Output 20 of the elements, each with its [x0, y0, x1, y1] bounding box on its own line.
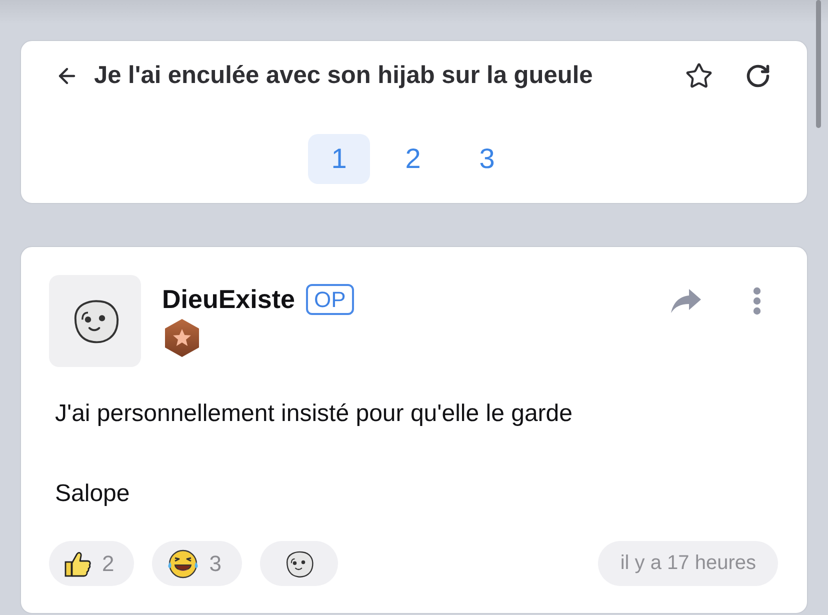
page-button[interactable]: 3 — [456, 134, 518, 184]
post-text: J'ai personnellement insisté pour qu'elle le garde — [55, 399, 574, 429]
page-button[interactable]: 2 — [382, 134, 444, 184]
scrollbar-thumb[interactable] — [816, 0, 821, 128]
more-options-icon[interactable] — [752, 287, 762, 315]
hexagon-star-icon — [162, 318, 202, 358]
page-button[interactable]: 1 — [308, 134, 370, 184]
share-arrow-icon[interactable] — [670, 288, 702, 314]
author-name: DieuExiste — [162, 284, 295, 315]
thumbs-up-icon — [64, 550, 92, 578]
add-reaction-button[interactable] — [260, 541, 338, 586]
post-time: il y a 17 heures — [598, 541, 778, 586]
star-icon[interactable] — [685, 62, 713, 90]
reaction-button[interactable]: 3 — [152, 541, 242, 586]
refresh-icon[interactable] — [745, 63, 771, 89]
author-tag: OP — [306, 284, 354, 315]
reaction-button[interactable]: 2 — [49, 541, 134, 586]
thread-title: Je l'ai enculée avec son hijab sur la gueule — [94, 62, 594, 90]
laughing-face-icon — [167, 548, 200, 578]
post-text: Salope — [55, 479, 131, 509]
